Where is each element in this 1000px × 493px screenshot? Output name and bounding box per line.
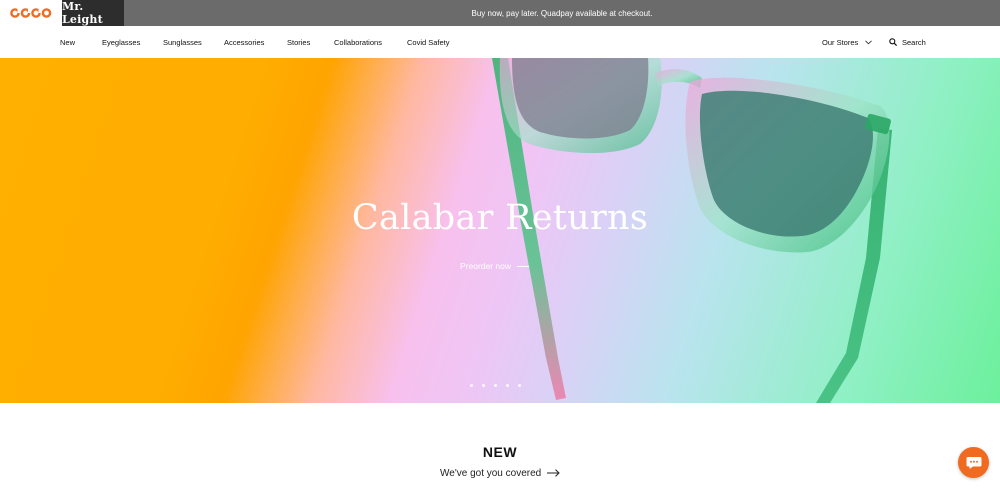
carousel-dot[interactable] — [494, 384, 497, 387]
new-section-heading: NEW — [482, 444, 518, 460]
preorder-link[interactable]: Preorder now — [460, 258, 530, 274]
nav-item-label: Accessories — [224, 37, 265, 47]
carousel-dot[interactable] — [482, 384, 485, 387]
nav-item-covid-safety[interactable]: Covid Safety — [407, 26, 450, 58]
main-nav: New Eyeglasses Sunglasses Accessories St… — [0, 26, 1000, 58]
oliver-peoples-logo-icon — [10, 7, 52, 18]
arrow-right-icon — [517, 265, 530, 267]
our-stores-dropdown[interactable]: Our Stores — [822, 26, 873, 58]
brand-name: Mr. Leight — [62, 0, 103, 26]
our-stores-label: Our Stores — [822, 37, 859, 47]
chat-icon — [966, 456, 981, 469]
arrow-right-icon — [547, 469, 560, 477]
nav-item-label: Covid Safety — [407, 37, 450, 47]
nav-item-stories[interactable]: Stories — [287, 26, 310, 58]
search-label: Search — [902, 37, 926, 47]
hero-title: Calabar Returns — [351, 198, 649, 238]
nav-item-label: New — [60, 37, 76, 47]
nav-item-sunglasses[interactable]: Sunglasses — [163, 26, 202, 58]
top-bar: Mr. Leight Buy now, pay later. Quadpay a… — [0, 0, 1000, 26]
search-button[interactable]: Search — [889, 26, 926, 58]
parent-brand-logo[interactable] — [0, 0, 62, 26]
nav-item-label: Sunglasses — [163, 37, 202, 47]
nav-item-accessories[interactable]: Accessories — [224, 26, 264, 58]
new-section-link[interactable]: We've got you covered — [440, 466, 560, 480]
carousel-dot[interactable] — [470, 384, 473, 387]
nav-item-eyeglasses[interactable]: Eyeglasses — [102, 26, 140, 58]
preorder-label: Preorder now — [460, 261, 512, 271]
nav-item-label: Eyeglasses — [102, 37, 141, 47]
promo-banner[interactable]: Buy now, pay later. Quadpay available at… — [124, 0, 1000, 26]
hero-banner[interactable]: Calabar Returns Preorder now — [0, 58, 1000, 403]
brand-logo[interactable]: Mr. Leight — [62, 0, 124, 26]
promo-text: Buy now, pay later. Quadpay available at… — [471, 8, 653, 18]
chevron-down-icon — [865, 39, 873, 44]
nav-item-label: Stories — [287, 37, 311, 47]
new-section-subheading: We've got you covered — [440, 467, 542, 479]
nav-item-new[interactable]: New — [60, 26, 75, 58]
chat-button[interactable] — [958, 447, 989, 478]
nav-item-label: Collaborations — [334, 37, 382, 47]
nav-item-collaborations[interactable]: Collaborations — [334, 26, 382, 58]
carousel-dot[interactable] — [518, 384, 521, 387]
carousel-dots — [470, 384, 521, 387]
search-icon — [889, 38, 897, 46]
carousel-dot[interactable] — [506, 384, 509, 387]
